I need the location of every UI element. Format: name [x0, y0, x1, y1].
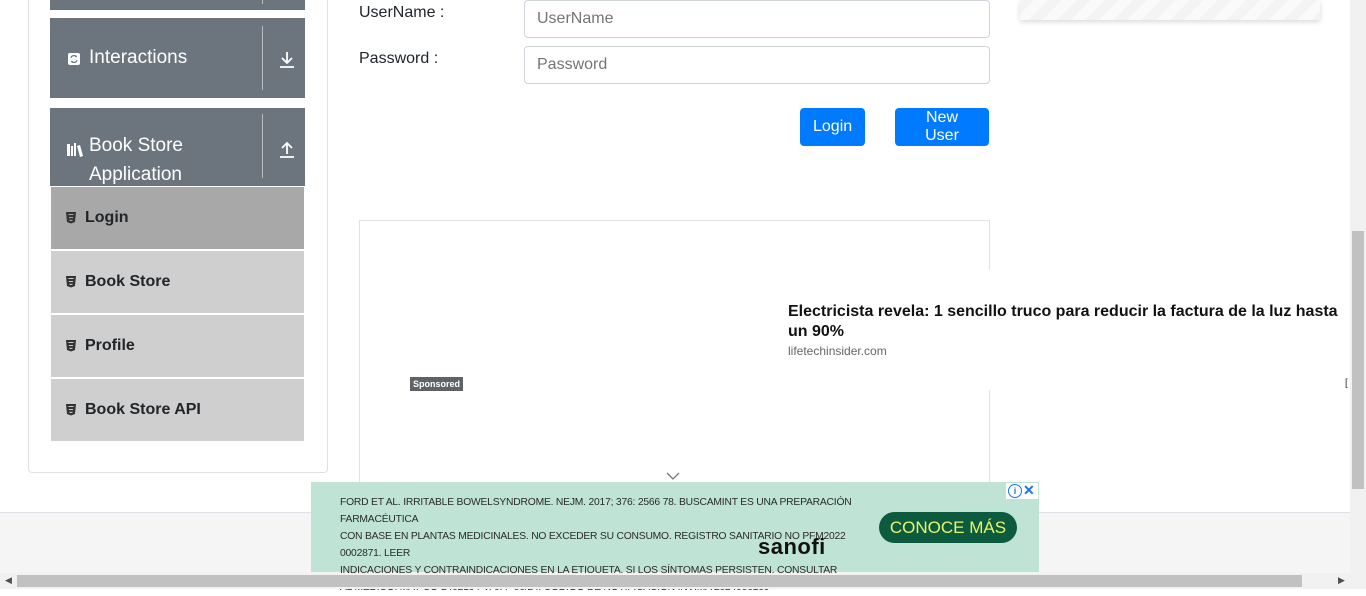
conoce-mas-button[interactable]: CONOCE MÁS — [879, 512, 1017, 543]
ad-domain: lifetechinsider.com — [788, 344, 887, 358]
sanofi-logo: sanofi — [758, 534, 826, 559]
ad-choices[interactable]: i ✕ — [1006, 482, 1038, 499]
username-label: UserName : — [359, 4, 445, 21]
top-right-ad[interactable] — [1020, 0, 1320, 20]
books-icon — [66, 141, 83, 157]
refresh-icon — [66, 51, 82, 67]
category-divider — [262, 26, 263, 90]
sidebar-item-book-store[interactable]: Book Store — [51, 251, 304, 313]
vertical-scrollbar-thumb[interactable] — [1352, 231, 1364, 489]
new-user-button[interactable]: New User — [895, 108, 989, 146]
html5-icon — [65, 339, 77, 352]
download-arrow-icon[interactable] — [275, 47, 299, 71]
info-icon[interactable]: i — [1008, 484, 1022, 498]
login-button[interactable]: Login — [800, 108, 865, 146]
close-icon[interactable]: ✕ — [1023, 482, 1035, 499]
scroll-left-icon[interactable]: ◀ — [5, 575, 12, 586]
sidebar-item-label: Login — [85, 209, 129, 226]
chevron-down-icon[interactable] — [666, 468, 680, 480]
upload-arrow-icon[interactable] — [275, 136, 299, 160]
html5-icon — [65, 211, 77, 224]
banner-disclaimer-line: FORD ET AL. IRRITABLE BOWELSYNDROME. NEJ… — [340, 497, 852, 525]
username-input[interactable] — [524, 0, 990, 38]
category-label: Interactions — [89, 47, 188, 68]
password-label: Password : — [359, 50, 439, 67]
ad-title[interactable]: Electricista revela: 1 sencillo truco pa… — [788, 302, 1350, 342]
horizontal-scrollbar-thumb[interactable] — [17, 575, 1302, 587]
category-divider — [262, 114, 263, 178]
sidebar-category-previous[interactable] — [50, 0, 305, 10]
category-divider — [262, 0, 263, 4]
password-input[interactable] — [524, 46, 990, 84]
sidebar-item-label: Book Store — [85, 273, 171, 290]
sidebar-item-label: Profile — [85, 337, 135, 354]
sidebar-item-book-store-api[interactable]: Book Store API — [51, 379, 304, 441]
sponsored-badge: Sponsored — [410, 377, 464, 391]
ad-edge-mark: [ — [1345, 378, 1348, 389]
sidebar-category-book-store-application[interactable]: Book Store Application — [50, 108, 305, 186]
bottom-banner-ad[interactable]: FORD ET AL. IRRITABLE BOWELSYNDROME. NEJ… — [311, 482, 1039, 593]
html5-icon — [65, 275, 77, 288]
html5-icon — [65, 403, 77, 416]
scroll-right-icon[interactable]: ▶ — [1338, 575, 1345, 586]
sidebar-item-profile[interactable]: Profile — [51, 315, 304, 377]
sidebar-item-login[interactable]: Login — [51, 187, 304, 249]
category-label: Book Store Application — [89, 135, 183, 185]
sidebar-item-label: Book Store API — [85, 401, 201, 418]
sidebar-category-interactions[interactable]: Interactions — [50, 18, 305, 98]
